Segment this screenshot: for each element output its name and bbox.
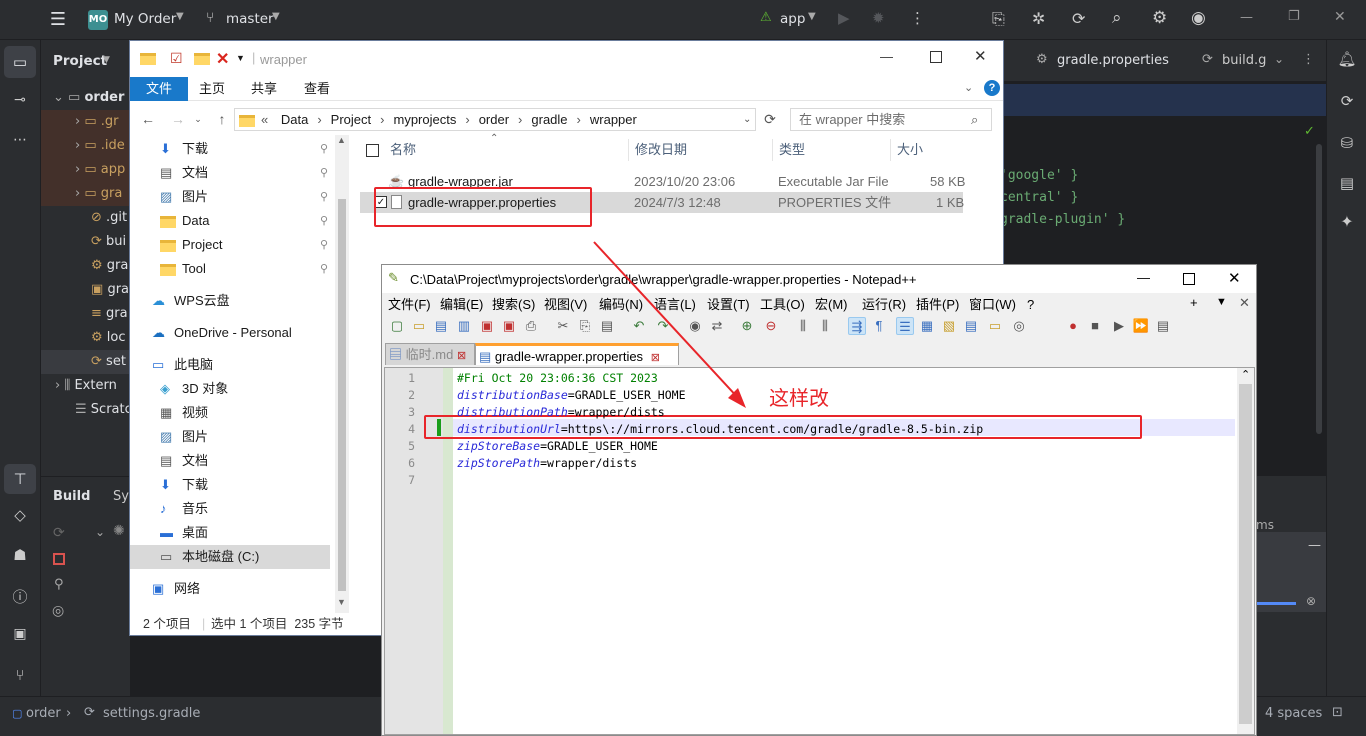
annotation-text: 这样改 <box>769 386 829 410</box>
code-line: distributionUrl=https\://mirrors.cloud.t… <box>457 422 984 436</box>
code-line: distributionBase=GRADLE_USER_HOME <box>457 388 686 402</box>
annotation-arrow <box>593 241 746 408</box>
code-line: distributionPath=wrapper/dists <box>457 405 665 419</box>
code-line: zipStoreBase=GRADLE_USER_HOME <box>457 439 658 453</box>
code-line: zipStorePath=wrapper/dists <box>457 456 638 470</box>
code-line: #Fri Oct 20 23:06:36 CST 2023 <box>457 371 658 385</box>
